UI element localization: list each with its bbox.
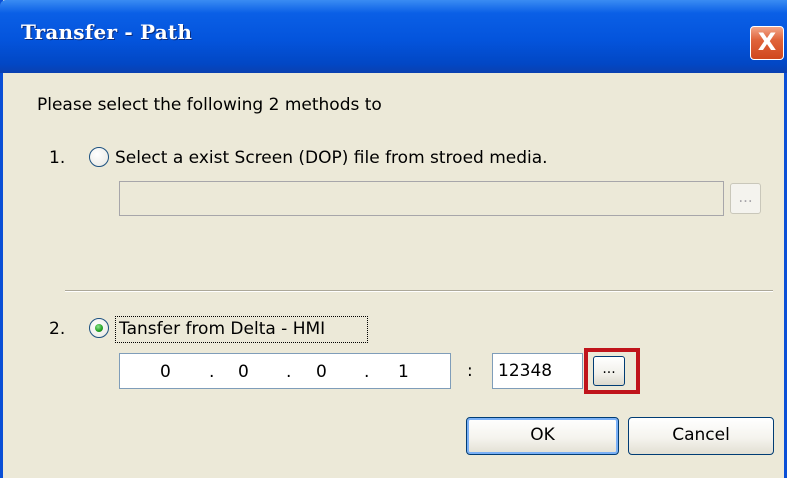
cancel-button[interactable]: Cancel [628,417,774,455]
option1-label[interactable]: Select a exist Screen (DOP) file from st… [115,148,548,168]
ip-dot-3: . [364,362,370,382]
file-browse-button: ... [730,183,761,214]
title-bar[interactable]: Transfer - Path X [0,0,787,73]
option1-number: 1. [49,148,66,168]
port-value: 12348 [498,361,553,381]
port-separator: : [467,361,473,381]
option1-radio[interactable] [89,147,109,167]
ip-octet-3[interactable]: 0 [316,362,327,382]
ip-dot-2: . [286,362,292,382]
ip-octet-2[interactable]: 0 [238,362,249,382]
file-path-input [119,181,724,216]
section-divider [65,290,773,292]
port-input[interactable]: 12348 [492,353,583,389]
option2-label[interactable]: Tansfer from Delta - HMI [119,319,325,339]
close-button[interactable]: X [750,26,784,60]
ellipsis-icon: ... [602,361,616,377]
hmi-browse-button[interactable]: ... [593,356,625,386]
option2-number: 2. [49,319,66,339]
instructions-text: Please select the following 2 methods to [37,95,382,115]
ip-dot-1: . [209,362,215,382]
transfer-path-dialog: Transfer - Path X Please select the foll… [0,0,787,478]
ip-octet-4[interactable]: 1 [398,362,409,382]
close-icon: X [757,28,777,56]
ip-address-input[interactable]: 0 . 0 . 0 . 1 [119,353,451,389]
ellipsis-icon: ... [738,188,753,206]
ip-octet-1[interactable]: 0 [160,362,171,382]
window-title: Transfer - Path [21,20,193,44]
option2-radio[interactable] [89,318,109,338]
radio-selected-dot [95,324,103,332]
ok-button[interactable]: OK [466,417,619,455]
